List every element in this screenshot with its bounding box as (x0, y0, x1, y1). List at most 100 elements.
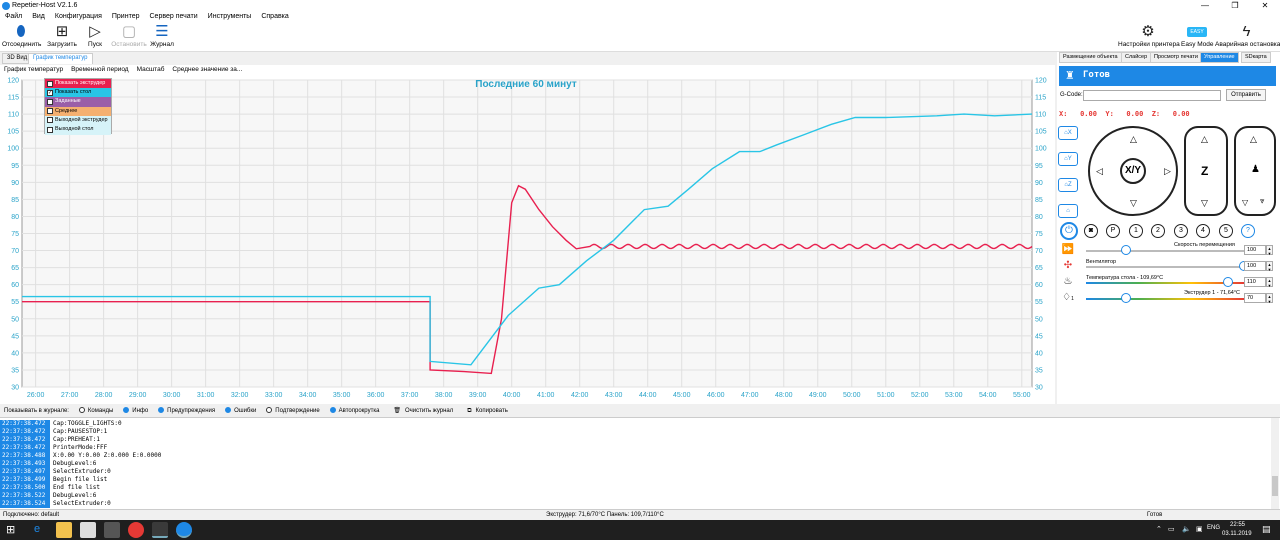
extruder-spinner[interactable]: ▲ ▼ (1266, 293, 1273, 304)
bed-spinner[interactable]: ▲ ▼ (1266, 277, 1273, 288)
menu-help[interactable]: Справка (256, 12, 293, 21)
park-button[interactable]: P (1106, 224, 1120, 238)
filter-warnings[interactable]: Предупреждения (154, 406, 219, 415)
language-indicator[interactable]: ENG (1207, 525, 1220, 531)
speed-spinner[interactable]: ▲ ▼ (1266, 245, 1273, 256)
emergency-stop-button[interactable]: ϟ Аварийная остановка (1215, 23, 1280, 52)
checkbox-icon[interactable] (47, 98, 53, 105)
graph-menu-average[interactable]: Среднее значение за... (168, 65, 246, 74)
clock-time[interactable]: 22:55 (1230, 522, 1245, 528)
z-jog-pad[interactable]: △ Z ▽ (1184, 126, 1228, 216)
repetier-host-icon[interactable] (176, 522, 192, 538)
bed-slider-track[interactable] (1086, 282, 1244, 284)
clear-log-button[interactable]: 🗑 Очистить журнал (385, 405, 457, 416)
tray-chevron-icon[interactable]: ⌃ (1156, 525, 1162, 533)
filter-errors[interactable]: Ошибки (221, 406, 260, 415)
jog-y-plus-icon[interactable]: △ (1130, 134, 1137, 145)
checkbox-icon[interactable] (47, 108, 53, 115)
chrome-icon[interactable] (128, 522, 144, 538)
graph-menu-scale[interactable]: Масштаб (133, 65, 169, 74)
home-y-button[interactable]: ⌂Y (1058, 152, 1078, 166)
tab-print-preview[interactable]: Просмотр печати (1150, 52, 1202, 63)
maximize-button[interactable]: ❐ (1220, 0, 1250, 12)
filter-ack[interactable]: Подтверждение (262, 406, 323, 415)
filter-info[interactable]: Инфо (119, 406, 152, 415)
extrude-retract-icon[interactable]: △ (1250, 134, 1257, 145)
log-scrollbar-thumb[interactable] (1272, 476, 1278, 496)
log-button[interactable]: ☰ Журнал (150, 23, 174, 52)
copy-log-button[interactable]: ⧉ Копировать (459, 406, 512, 417)
store-icon[interactable] (80, 522, 96, 538)
home-all-button[interactable]: ⌂ (1058, 204, 1078, 218)
notifications-icon[interactable]: ▤ (1262, 524, 1271, 535)
speed-slider-track[interactable] (1086, 250, 1244, 252)
bed-temp-input[interactable]: 110 (1244, 277, 1266, 287)
menu-file[interactable]: Файл (0, 12, 27, 21)
menu-tools[interactable]: Инструменты (203, 12, 257, 21)
disconnect-button[interactable]: ⬮ Отсоединить (2, 23, 41, 52)
fan-input[interactable]: 100 (1244, 261, 1266, 271)
printer-settings-button[interactable]: ⚙ Настройки принтера (1118, 23, 1180, 52)
tab-object-placement[interactable]: Размещение объекта (1059, 52, 1122, 63)
clock-date[interactable]: 03.11.2019 (1222, 531, 1252, 537)
legend-item[interactable]: Среднее (45, 106, 111, 117)
edge-icon[interactable]: e (34, 523, 40, 535)
close-button[interactable]: ✕ (1250, 0, 1280, 12)
graph-menu-temperature[interactable]: График температур (0, 65, 67, 74)
extruder-slider-knob[interactable] (1120, 293, 1131, 303)
power-button[interactable]: ⏻ (1060, 222, 1078, 240)
jog-z-down-icon[interactable]: ▽ (1201, 198, 1208, 209)
network-icon[interactable]: ▭ (1168, 525, 1175, 533)
legend-item[interactable]: ✓ Показать экструдер (45, 79, 111, 89)
home-z-button[interactable]: ⌂Z (1058, 178, 1078, 192)
jog-z-up-icon[interactable]: △ (1201, 134, 1208, 145)
preset-4-button[interactable]: 4 (1196, 224, 1210, 238)
stop-button[interactable]: ▢ Остановить (110, 23, 148, 52)
gcode-input[interactable] (1083, 90, 1221, 101)
legend-item[interactable]: Выходной стол (45, 125, 111, 135)
fan-slider-track[interactable] (1086, 266, 1244, 268)
preset-5-button[interactable]: 5 (1219, 224, 1233, 238)
tab-temperature-graph[interactable]: График температур (28, 53, 93, 64)
graph-menu-period[interactable]: Временной период (67, 65, 133, 74)
speed-slider-knob[interactable] (1120, 245, 1131, 255)
file-explorer-icon[interactable] (56, 522, 72, 538)
preset-2-button[interactable]: 2 (1151, 224, 1165, 238)
preset-3-button[interactable]: 3 (1174, 224, 1188, 238)
checkbox-checked-icon[interactable]: ✓ (47, 89, 53, 96)
extrude-fast-icon[interactable]: ⩔ (1260, 196, 1265, 206)
log-console[interactable]: 22:37:38.472 Cap:TOGGLE_LIGHTS:0 22:37:38.… (0, 417, 1280, 509)
speed-input[interactable]: 100 (1244, 245, 1266, 255)
start-button[interactable]: ▷ Пуск (85, 23, 105, 52)
menu-print-server[interactable]: Сервер печати (145, 12, 203, 21)
legend-item[interactable]: Выходной экструдер (45, 115, 111, 126)
jog-y-minus-icon[interactable]: ▽ (1130, 198, 1137, 209)
menu-view[interactable]: Вид (27, 12, 50, 21)
extruder-temp-input[interactable]: 70 (1244, 293, 1266, 303)
menu-printer[interactable]: Принтер (107, 12, 145, 21)
extruder-slider-track[interactable] (1086, 298, 1244, 300)
jog-x-plus-icon[interactable]: ▷ (1164, 166, 1171, 177)
motors-off-button[interactable]: ◙ (1084, 224, 1098, 238)
preset-1-button[interactable]: 1 (1129, 224, 1143, 238)
help-button[interactable]: ? (1241, 224, 1255, 238)
mail-icon[interactable] (104, 522, 120, 538)
checkbox-checked-icon[interactable]: ✓ (47, 80, 53, 87)
easy-mode-button[interactable]: EASY Easy Mode (1181, 23, 1214, 52)
checkbox-icon[interactable] (47, 117, 53, 124)
bed-slider-knob[interactable] (1223, 277, 1234, 287)
menu-config[interactable]: Конфигурация (50, 12, 107, 21)
cura-icon[interactable] (152, 522, 168, 538)
checkbox-icon[interactable] (47, 126, 53, 133)
xy-jog-pad[interactable]: △ ▽ ◁ ▷ X/Y (1088, 126, 1178, 216)
home-x-button[interactable]: ⌂X (1058, 126, 1078, 140)
minimize-button[interactable]: — (1190, 0, 1220, 12)
autoscroll-toggle[interactable]: Автопрокрутка (326, 406, 384, 415)
tab-slicer[interactable]: Слайсер (1121, 52, 1152, 63)
log-scrollbar[interactable] (1271, 418, 1279, 509)
filter-commands[interactable]: Команды (75, 406, 117, 415)
legend-item[interactable]: Заданные (45, 97, 111, 107)
load-button[interactable]: ⊞ Загрузить (47, 23, 77, 52)
fan-spinner[interactable]: ▲ ▼ (1266, 261, 1273, 272)
tray-app-icon[interactable]: ▣ (1196, 525, 1203, 533)
